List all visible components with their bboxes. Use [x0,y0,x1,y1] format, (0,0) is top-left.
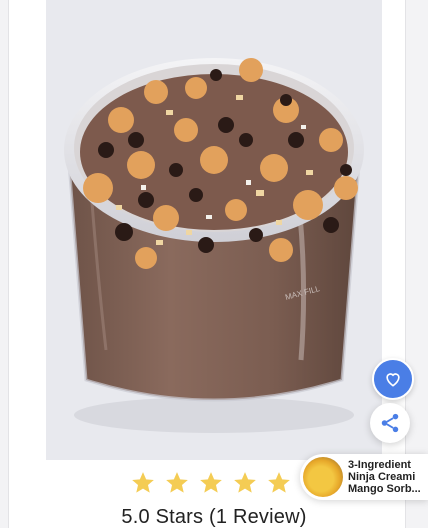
recommended-recipe-thumbnail [303,457,343,497]
share-icon [381,413,399,433]
star-icon[interactable] [232,470,258,496]
page-edge-right [405,0,428,528]
star-icon[interactable] [198,470,224,496]
recipe-photo: MAX FILL [46,0,382,460]
recommended-recipe-card[interactable]: 3-Ingredient Ninja Creami Mango Sorb... [300,454,428,500]
star-icon[interactable] [164,470,190,496]
page-edge-left [0,0,9,528]
star-icon[interactable] [130,470,156,496]
rating-stars[interactable] [130,466,292,500]
heart-icon [386,373,400,387]
recommended-recipe-title: 3-Ingredient Ninja Creami Mango Sorb... [348,459,421,495]
rating-summary: 5.0 Stars (1 Review) [121,506,307,528]
favorite-button[interactable] [372,358,414,400]
star-icon[interactable] [266,470,292,496]
share-button[interactable] [370,403,410,443]
